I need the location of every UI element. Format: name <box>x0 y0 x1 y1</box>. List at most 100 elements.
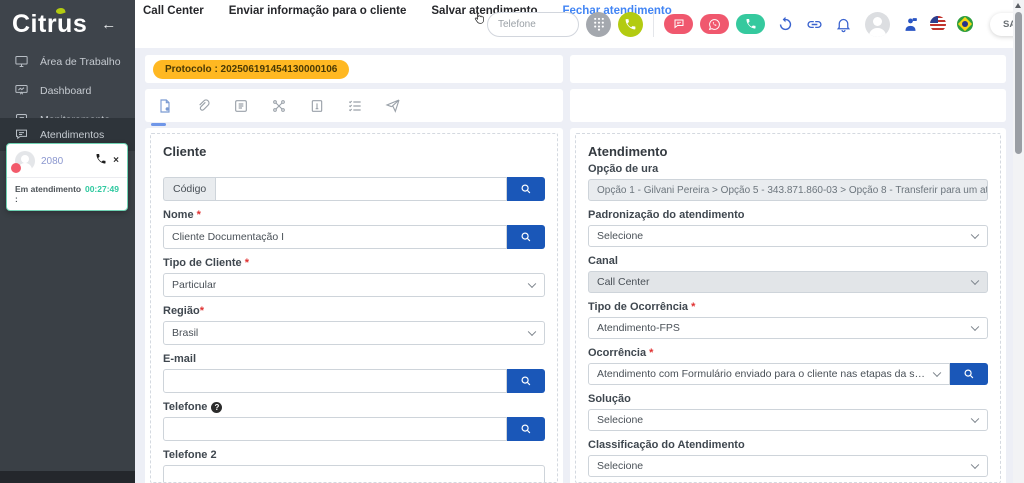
chevron-down-icon <box>933 369 941 377</box>
email-input[interactable] <box>163 369 507 393</box>
agent-status-icon[interactable] <box>902 16 919 33</box>
sidebar-item-dashboard[interactable]: Dashboard <box>0 76 135 105</box>
ocorrencia-label: Ocorrência <box>588 347 646 359</box>
dialpad-icon <box>593 17 605 31</box>
email-search-button[interactable] <box>507 369 545 393</box>
telefone2-input[interactable] <box>163 465 545 483</box>
ocorrencia-select[interactable]: Atendimento com Formulário enviado para … <box>588 363 950 385</box>
canal-select: Call Center <box>588 271 988 293</box>
tipo-ocorrencia-select[interactable]: Atendimento-FPS <box>588 317 988 339</box>
required-mark: * <box>200 305 204 317</box>
field-classificacao: Classificação do Atendimento Selecione <box>588 439 988 477</box>
sidebar-footer <box>0 471 135 483</box>
required-mark: * <box>197 209 201 221</box>
required-mark: * <box>691 301 695 313</box>
checklist-icon[interactable] <box>347 98 363 114</box>
tipo-ocorrencia-label: Tipo de Ocorrência <box>588 301 688 313</box>
voice-channel-button[interactable] <box>736 14 765 34</box>
regiao-select[interactable]: Brasil <box>163 321 545 345</box>
sidebar-collapse-arrow-icon[interactable]: ← <box>101 16 116 33</box>
classificacao-label: Classificação do Atendimento <box>588 439 988 451</box>
solucao-select[interactable]: Selecione <box>588 409 988 431</box>
sync-icon[interactable] <box>777 16 794 33</box>
whatsapp-channel-button[interactable] <box>700 14 729 34</box>
help-icon[interactable]: ? <box>211 402 222 413</box>
protocol-card-right <box>570 55 1006 83</box>
form-icon[interactable] <box>233 98 249 114</box>
field-codigo: Código <box>163 177 545 201</box>
codigo-addon-label: Código <box>163 177 215 201</box>
ocorrencia-search-button[interactable] <box>950 363 988 385</box>
phone-pill-icon <box>745 18 757 30</box>
paperclip-icon[interactable] <box>195 98 211 114</box>
telefone-search-button[interactable] <box>507 417 545 441</box>
phone-number-input[interactable] <box>487 12 579 37</box>
language-flag-us[interactable] <box>930 16 946 32</box>
chevron-down-icon <box>528 280 536 288</box>
field-tipo-ocorrencia: Tipo de Ocorrência * Atendimento-FPS <box>588 301 988 339</box>
bell-icon[interactable] <box>835 16 852 33</box>
mouse-cursor-hand-icon <box>472 10 485 25</box>
send-icon[interactable] <box>385 98 401 114</box>
telefone-input[interactable] <box>163 417 507 441</box>
language-flag-br[interactable] <box>957 16 973 32</box>
telefone-label: Telefone <box>163 401 207 413</box>
dashboard-icon <box>14 83 29 98</box>
dialpad-button[interactable] <box>586 12 611 37</box>
call-phone-button[interactable] <box>95 152 107 170</box>
required-mark: * <box>245 257 249 269</box>
chat-channel-button[interactable] <box>664 14 693 34</box>
main-content: Protocolo : 202506191454130000106 Client… <box>145 55 1006 483</box>
box-icon[interactable] <box>309 98 325 114</box>
divider <box>653 11 654 37</box>
nav-enviar-informacao[interactable]: Enviar informação para o cliente <box>229 5 407 17</box>
sidebar-item-area-de-trabalho[interactable]: Área de Trabalho <box>0 47 135 76</box>
nome-input[interactable] <box>163 225 507 249</box>
scrollbar-thumb[interactable] <box>1015 12 1022 154</box>
sidebar: Citrus ← Área de Trabalho Dashboard Moni… <box>0 0 135 483</box>
codigo-search-button[interactable] <box>507 177 545 201</box>
protocol-badge: Protocolo : 202506191454130000106 <box>153 60 349 79</box>
field-tipo-cliente: Tipo de Cliente * Particular <box>163 257 545 297</box>
record-icon[interactable] <box>157 98 173 114</box>
tipo-cliente-select[interactable]: Particular <box>163 273 545 297</box>
chevron-down-icon <box>971 323 979 331</box>
padronizacao-select[interactable]: Selecione <box>588 225 988 247</box>
caller-avatar <box>15 151 35 171</box>
nome-search-button[interactable] <box>507 225 545 249</box>
page-scrollbar[interactable] <box>1013 0 1024 483</box>
link-icon[interactable] <box>806 16 823 33</box>
field-telefone2: Telefone 2 <box>163 449 545 483</box>
codigo-input[interactable] <box>215 177 507 201</box>
presence-dot <box>11 163 21 173</box>
chevron-down-icon <box>971 415 979 423</box>
padronizacao-label: Padronização do atendimento <box>588 209 988 221</box>
field-telefone: Telefone? <box>163 401 545 441</box>
field-email: E-mail <box>163 353 545 393</box>
search-icon <box>520 231 532 243</box>
classificacao-select[interactable]: Selecione <box>588 455 988 477</box>
field-ocorrencia: Ocorrência * Atendimento com Formulário … <box>588 347 988 385</box>
scrollbar-up-arrow[interactable] <box>1015 3 1021 8</box>
close-call-icon[interactable]: × <box>113 156 119 166</box>
make-call-button[interactable] <box>618 12 643 37</box>
nav-call-center[interactable]: Call Center <box>143 5 204 17</box>
integrations-icon[interactable] <box>271 98 287 114</box>
phone-action-cluster: SAIR <box>487 11 1024 37</box>
search-icon <box>963 368 975 380</box>
call-timer: 00:27:49 <box>85 184 119 204</box>
user-avatar[interactable] <box>865 12 890 37</box>
tipo-cliente-label: Tipo de Cliente <box>163 257 242 269</box>
active-tab-indicator <box>151 123 166 126</box>
toolbar <box>145 89 563 122</box>
call-card-top: 2080 × <box>7 144 127 177</box>
cliente-panel: Cliente Código Nome * <box>145 128 563 483</box>
phone-icon <box>95 153 107 165</box>
cliente-title: Cliente <box>163 144 545 159</box>
nome-label: Nome <box>163 209 194 221</box>
field-padronizacao: Padronização do atendimento Selecione <box>588 209 988 247</box>
required-mark: * <box>649 347 653 359</box>
chat-icon <box>14 127 29 142</box>
active-call-card: 2080 × Em atendimento : 00:27:49 <box>6 143 128 211</box>
atendimento-panel-border: Atendimento Opção de ura Opção 1 - Gilva… <box>575 133 1001 483</box>
